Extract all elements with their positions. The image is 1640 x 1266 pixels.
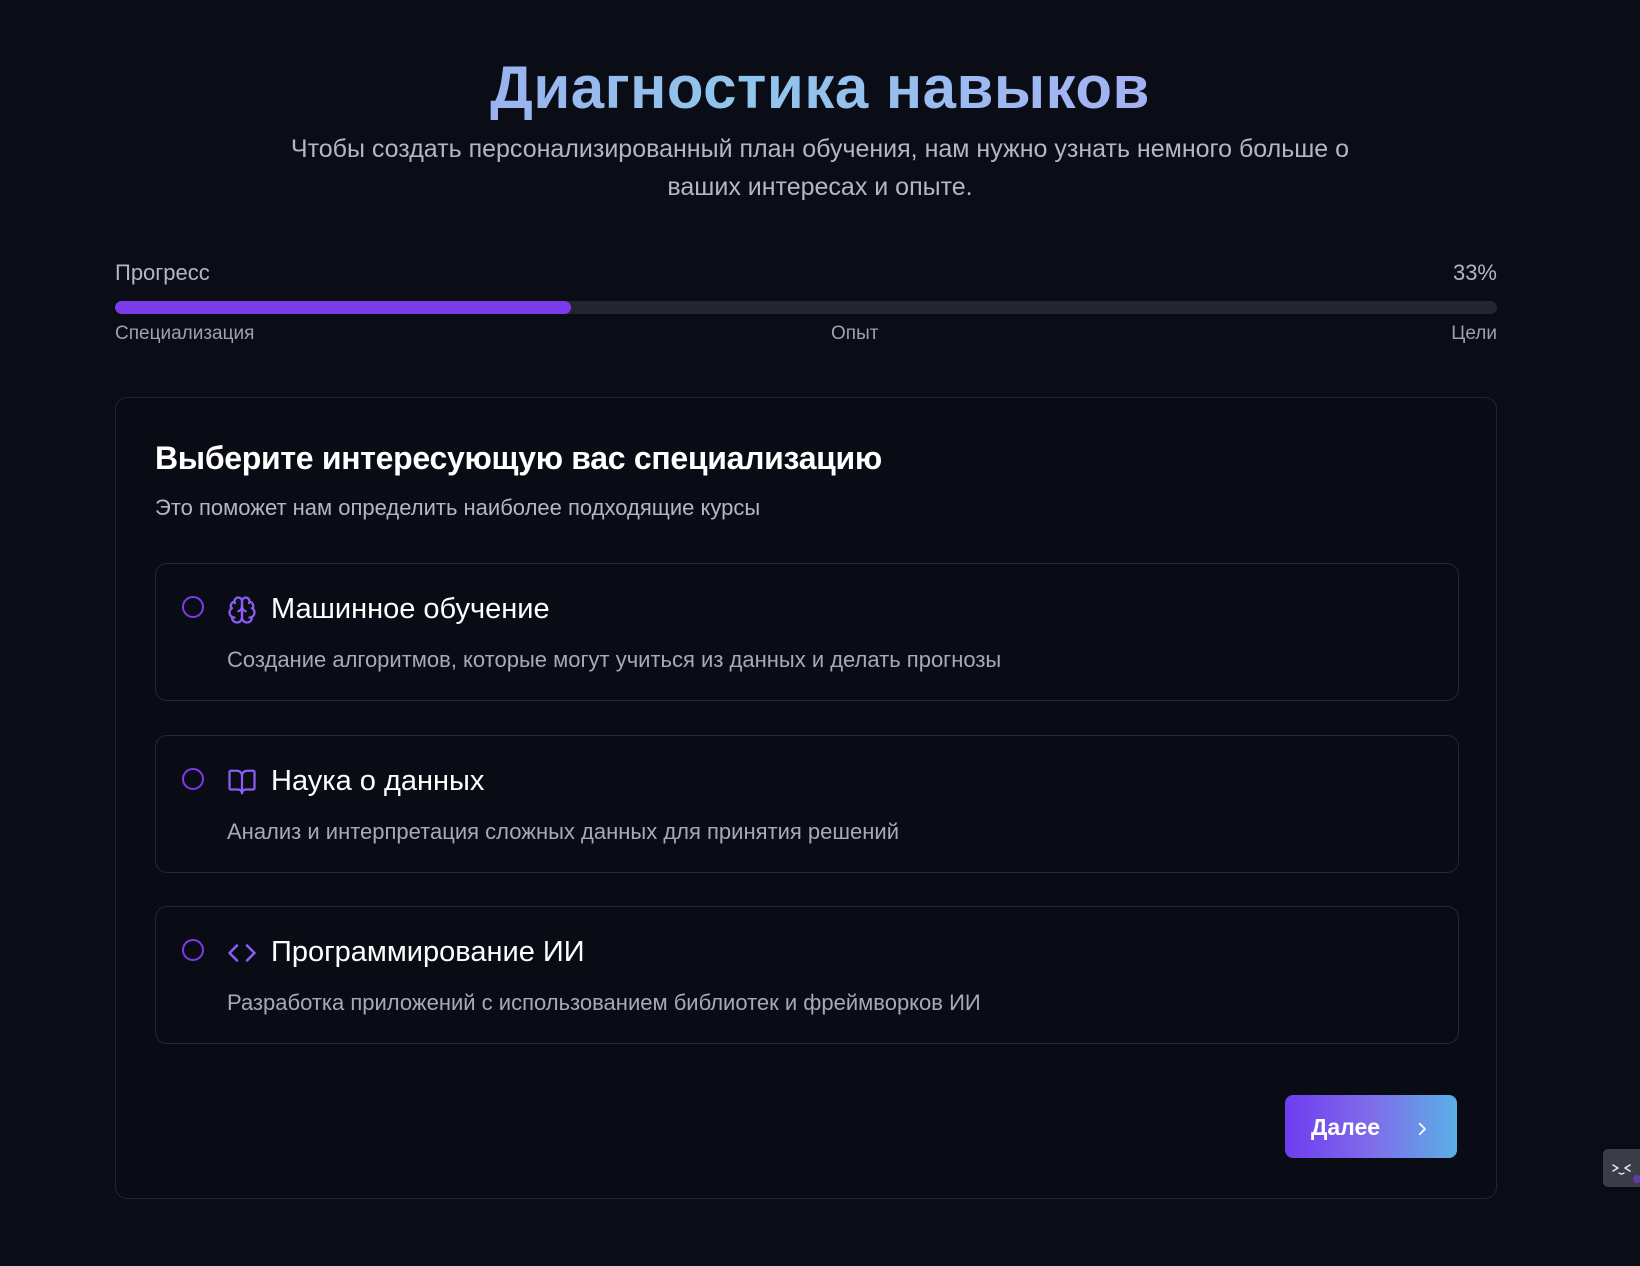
question-title: Выберите интересующую вас специализацию [155,440,882,476]
question-description: Это поможет нам определить наиболее подх… [155,495,761,520]
radio-machine-learning[interactable] [182,596,204,618]
radio-ai-programming[interactable] [182,939,204,961]
next-button[interactable]: Далее [1285,1095,1457,1158]
option-description: Создание алгоритмов, которые могут учить… [227,647,1002,672]
book-open-icon [227,767,257,797]
option-title: Наука о данных [271,765,485,797]
option-machine-learning[interactable]: Машинное обучение Создание алгоритмов, к… [155,563,1459,701]
chevron-right-icon [1413,1117,1431,1136]
question-card: Выберите интересующую вас специализацию … [115,397,1497,1199]
devtools-toggle-icon[interactable] [1603,1149,1640,1187]
progress-bar [115,301,1497,314]
step-specialization: Специализация [115,323,255,344]
next-button-label: Далее [1311,1114,1381,1140]
progress-percent: 33% [1452,260,1497,285]
skills-diagnostic-page: Диагностика навыков Чтобы создать персон… [0,0,1640,1266]
page-title: Диагностика навыков [0,50,1640,126]
radio-data-science[interactable] [182,768,204,790]
option-title: Машинное обучение [271,593,550,625]
progress-bar-fill [115,301,572,314]
option-description: Разработка приложений с использованием б… [227,990,981,1015]
option-description: Анализ и интерпретация сложных данных дл… [227,819,899,844]
option-title: Программирование ИИ [271,936,585,968]
step-experience: Опыт [831,323,879,344]
option-ai-programming[interactable]: Программирование ИИ Разработка приложени… [155,906,1459,1044]
option-data-science[interactable]: Наука о данных Анализ и интерпретация сл… [155,735,1459,873]
code-icon [227,938,257,968]
brain-icon [227,595,257,625]
progress-label: Прогресс [115,260,210,285]
step-goals: Цели [1451,323,1497,344]
page-subtitle: Чтобы создать персонализированный план о… [290,135,1350,201]
